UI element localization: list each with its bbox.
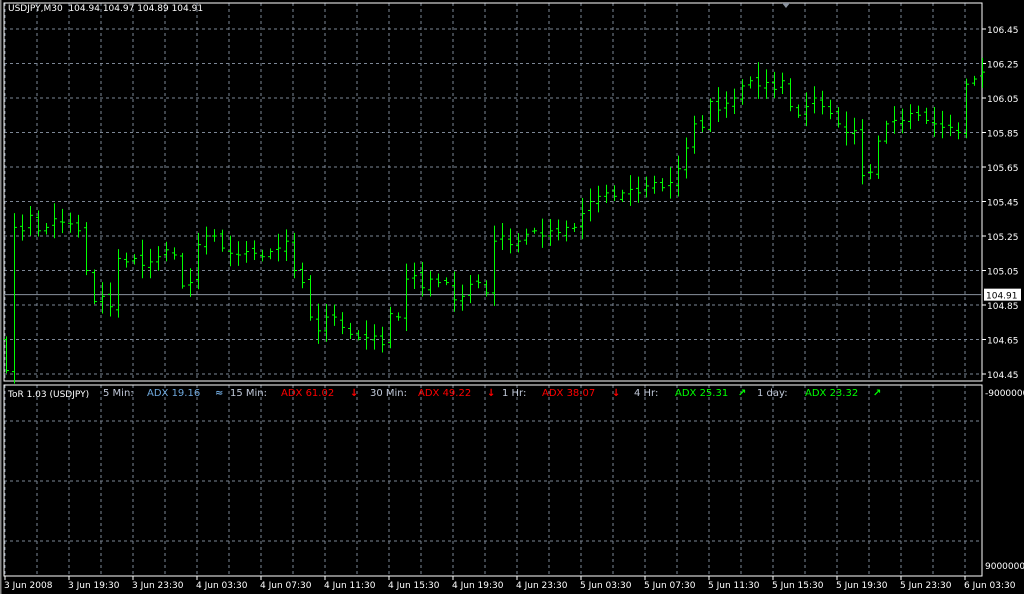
trend-arrow-icon: ↗ (873, 388, 882, 399)
timeframe-label: 1 Hr: (502, 388, 527, 399)
adx-value: ADX 19.16 (147, 388, 201, 399)
y-tick-label: 105.05 (987, 268, 1019, 278)
x-tick-label: 4 Jun 03:30 (196, 581, 248, 591)
x-tick-label: 5 Jun 19:30 (836, 581, 888, 591)
timeframe-label: 1 day: (757, 388, 788, 399)
adx-value: ADX 49.22 (418, 388, 472, 399)
trend-arrow-icon: ↓ (612, 388, 621, 399)
indicator-scale-bottom: 9000000 (985, 562, 1024, 572)
price-pane-border (3, 2, 983, 382)
x-tick-label: 6 Jun 03:30 (964, 581, 1016, 591)
x-tick-label: 5 Jun 23:30 (900, 581, 952, 591)
adx-value: ADX 38.07 (542, 388, 596, 399)
timeframe-label: 15 Min: (230, 388, 268, 399)
x-tick-label: 3 Jun 2008 (4, 581, 53, 591)
x-tick-label: 4 Jun 15:30 (388, 581, 440, 591)
ohlc-close: 104.91 (171, 4, 204, 14)
trend-arrow-icon: ↓ (350, 388, 359, 399)
timeframe-label: 4 Hr: (634, 388, 659, 399)
trend-arrow-icon: ↗ (738, 388, 747, 399)
ohlc-high: 104.97 (102, 4, 135, 14)
ohlc-low: 104.89 (137, 4, 169, 14)
y-tick-label: 104.65 (987, 337, 1019, 347)
x-tick-label: 5 Jun 07:30 (644, 581, 696, 591)
x-tick-label: 4 Jun 19:30 (452, 581, 504, 591)
price-chart[interactable]: 106.45 106.25 106.05 105.85 105.65 105.45 105.… (0, 0, 1024, 594)
y-tick-label: 105.85 (987, 130, 1019, 140)
adx-value: ADX 23.32 (805, 388, 859, 399)
ohlc-open: 104.94 (68, 4, 100, 14)
indicator-scale-top: -9000000 (985, 389, 1024, 399)
x-tick-label: 4 Jun 11:30 (324, 581, 376, 591)
trend-arrow-icon: ≈ (215, 388, 224, 399)
x-tick-label: 4 Jun 07:30 (260, 581, 312, 591)
current-price-label: 104.91 (986, 292, 1018, 302)
adx-value: ADX 61.02 (281, 388, 335, 399)
y-tick-label: 104.45 (987, 371, 1019, 381)
timeframe-label: 30 Min: (370, 388, 408, 399)
y-tick-label: 106.45 (987, 26, 1019, 36)
x-tick-label: 5 Jun 03:30 (580, 581, 632, 591)
y-tick-label: 105.25 (987, 233, 1019, 243)
x-tick-label: 5 Jun 11:30 (708, 581, 760, 591)
chart-header: USDJPY,M30 104.94 104.97 104.89 104.91 (8, 4, 203, 14)
y-tick-label: 105.65 (987, 164, 1019, 174)
x-tick-label: 4 Jun 23:30 (516, 581, 568, 591)
x-tick-label: 5 Jun 15:30 (772, 581, 824, 591)
x-tick-label: 3 Jun 19:30 (68, 581, 120, 591)
y-tick-label: 104.85 (987, 302, 1019, 312)
x-tick-label: 3 Jun 23:30 (132, 581, 184, 591)
symbol-label: USDJPY,M30 (8, 4, 63, 14)
adx-value: ADX 25.31 (675, 388, 729, 399)
y-tick-label: 106.25 (987, 61, 1019, 71)
indicator-name: ToR 1.03 (USDJPY) (8, 390, 90, 400)
timeframe-label: 5 Min: (103, 388, 134, 399)
y-tick-label: 105.45 (987, 199, 1019, 209)
y-tick-label: 106.05 (987, 95, 1019, 105)
trend-arrow-icon: ↓ (487, 388, 496, 399)
chart-shift-icon (782, 3, 790, 8)
